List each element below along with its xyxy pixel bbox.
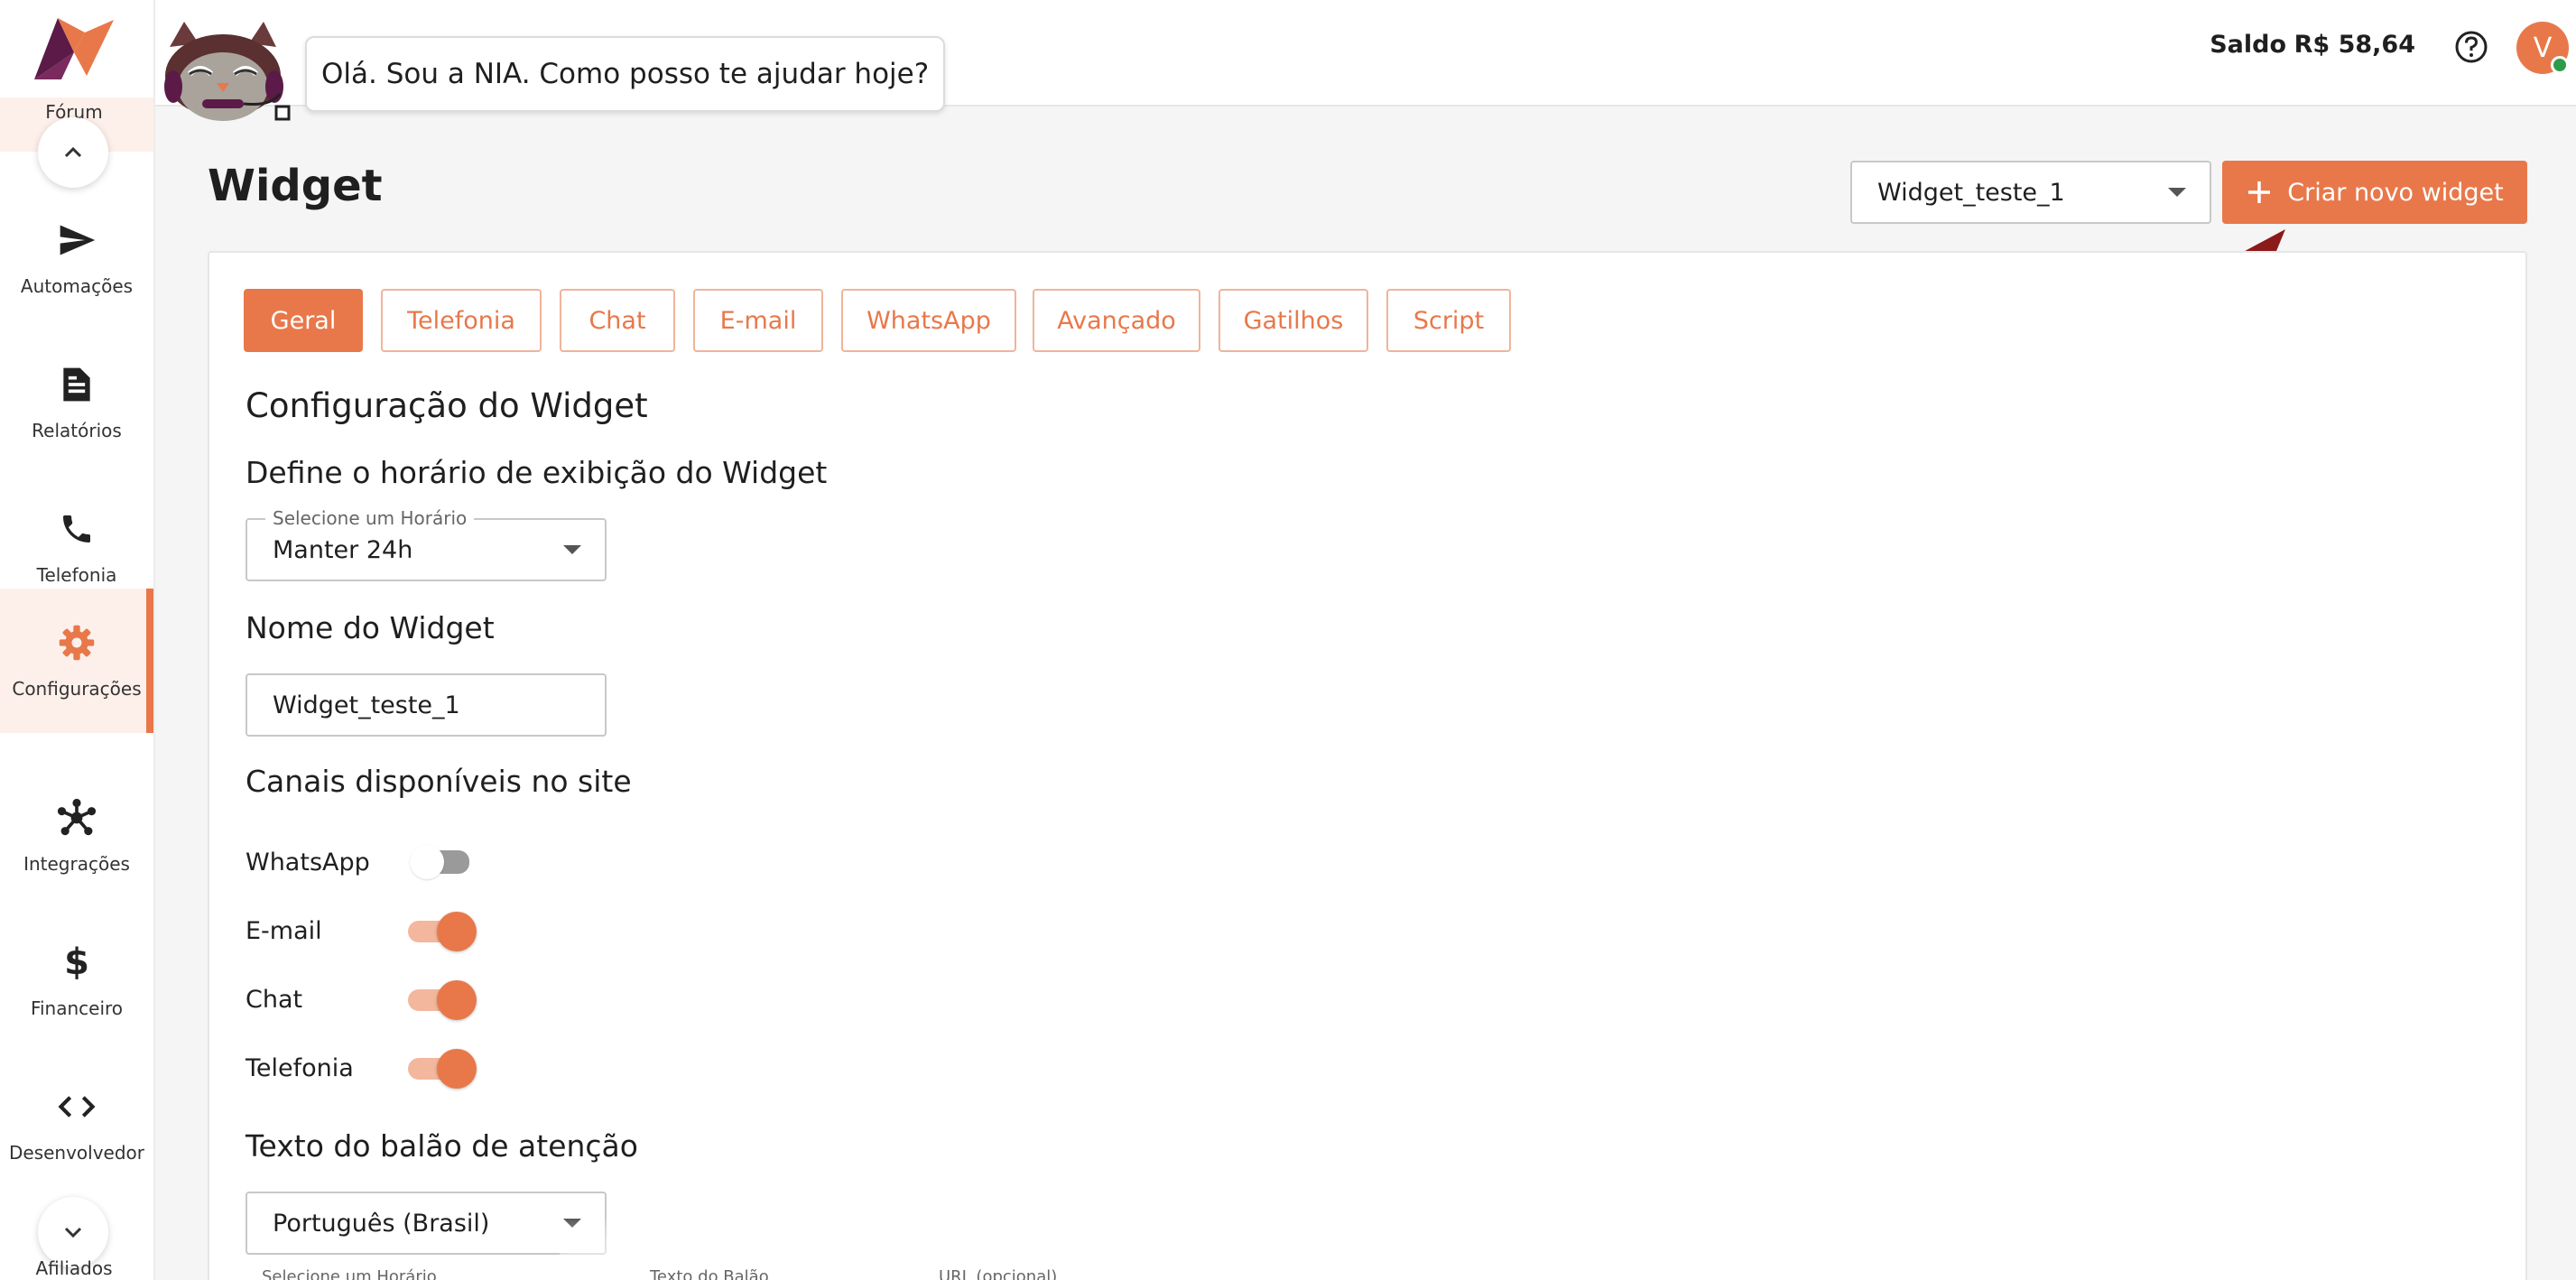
sidebar-item-financeiro[interactable]: $ Financeiro — [0, 908, 153, 1053]
tab-geral[interactable]: Geral — [244, 289, 363, 352]
balance-label: Saldo — [2210, 31, 2287, 59]
cutoff-label-balloon-text: Texto do Balão — [650, 1267, 769, 1280]
widget-selector-value: Widget_teste_1 — [1877, 178, 2065, 207]
tab-email[interactable]: E-mail — [693, 289, 823, 352]
sidebar-item-label: Configurações — [12, 678, 142, 700]
sidebar-scroll-up-button[interactable] — [38, 117, 108, 188]
assistant-speech-bubble[interactable]: Olá. Sou a NIA. Como posso te ajudar hoj… — [305, 36, 946, 112]
channels-heading: Canais disponíveis no site — [246, 764, 632, 799]
sidebar-item-afiliados[interactable]: Afiliados — [0, 1257, 148, 1279]
schedule-heading: Define o horário de exibição do Widget — [246, 455, 828, 490]
phone-icon — [56, 508, 97, 550]
sidebar-item-label: Integrações — [23, 853, 130, 875]
sidebar-item-label: Desenvolvedor — [8, 1142, 145, 1164]
document-icon — [56, 364, 97, 405]
tab-avancado[interactable]: Avançado — [1033, 289, 1200, 352]
nia-assistant-mascot-icon[interactable] — [153, 20, 294, 126]
sidebar-item-label: Automações — [20, 275, 134, 297]
channel-label-whatsapp: WhatsApp — [246, 849, 370, 877]
schedule-select-value: Manter 24h — [273, 535, 413, 564]
caret-down-icon — [2168, 188, 2186, 197]
chevron-up-icon — [64, 146, 82, 158]
sidebar-item-configuracoes[interactable]: Configurações — [0, 589, 153, 733]
balance-value: R$ 58,64 — [2293, 31, 2415, 59]
widget-selector[interactable]: Widget_teste_1 — [1850, 161, 2211, 224]
gear-icon — [56, 622, 97, 663]
sidebar-item-integracoes[interactable]: Integrações — [0, 764, 153, 908]
whatsapp-toggle[interactable] — [404, 841, 477, 881]
sidebar: Fórum Automações Relatórios Telefonia Co… — [0, 0, 155, 1280]
language-select-value: Português (Brasil) — [273, 1209, 490, 1238]
sidebar-item-desenvolvedor[interactable]: Desenvolvedor — [0, 1053, 153, 1197]
create-widget-button-label: Criar novo widget — [2287, 178, 2504, 207]
brand-logo-icon[interactable] — [31, 13, 117, 85]
tab-whatsapp[interactable]: WhatsApp — [841, 289, 1016, 352]
balloon-text-heading: Texto do balão de atenção — [246, 1128, 638, 1164]
online-status-indicator — [2551, 56, 2569, 74]
channel-label-telefonia: Telefonia — [246, 1054, 354, 1082]
channel-label-email: E-mail — [246, 917, 322, 945]
balance-display: Saldo R$ 58,64 — [2210, 31, 2415, 59]
network-icon — [56, 797, 97, 839]
sidebar-item-label: Financeiro — [30, 997, 124, 1019]
cutoff-label-schedule: Selecione um Horário — [262, 1267, 437, 1280]
tab-gatilhos[interactable]: Gatilhos — [1219, 289, 1368, 352]
section-title: Configuração do Widget — [246, 386, 648, 425]
sidebar-item-relatorios[interactable]: Relatórios — [0, 330, 153, 475]
schedule-select[interactable]: Selecione um Horário Manter 24h — [246, 507, 607, 581]
cutoff-label-url: URL (opcional) — [939, 1267, 1058, 1280]
language-select[interactable]: Português (Brasil) — [246, 1192, 607, 1255]
widget-name-input[interactable] — [246, 673, 607, 737]
dollar-icon: $ — [64, 941, 89, 983]
sidebar-item-automacoes[interactable]: Automações — [0, 186, 153, 330]
page-title: Widget — [208, 161, 383, 211]
sidebar-item-label: Telefonia — [36, 564, 117, 586]
tab-telefonia[interactable]: Telefonia — [381, 289, 542, 352]
email-toggle[interactable] — [404, 910, 477, 951]
sidebar-item-label: Relatórios — [32, 420, 122, 441]
chevron-down-icon — [64, 1227, 82, 1238]
telefonia-toggle[interactable] — [404, 1047, 477, 1089]
widget-name-heading: Nome do Widget — [246, 610, 495, 645]
schedule-select-label: Selecione um Horário — [265, 507, 475, 529]
send-icon — [56, 219, 97, 261]
plus-icon — [2248, 181, 2271, 203]
chat-toggle[interactable] — [404, 979, 477, 1020]
channel-label-chat: Chat — [246, 986, 303, 1014]
help-icon[interactable] — [2453, 29, 2489, 65]
create-widget-button[interactable]: Criar novo widget — [2222, 161, 2527, 224]
tab-script[interactable]: Script — [1386, 289, 1511, 352]
scroll-fade-overlay — [560, 1219, 2275, 1280]
tab-chat[interactable]: Chat — [560, 289, 675, 352]
code-icon — [56, 1086, 97, 1127]
caret-down-icon — [563, 545, 581, 554]
